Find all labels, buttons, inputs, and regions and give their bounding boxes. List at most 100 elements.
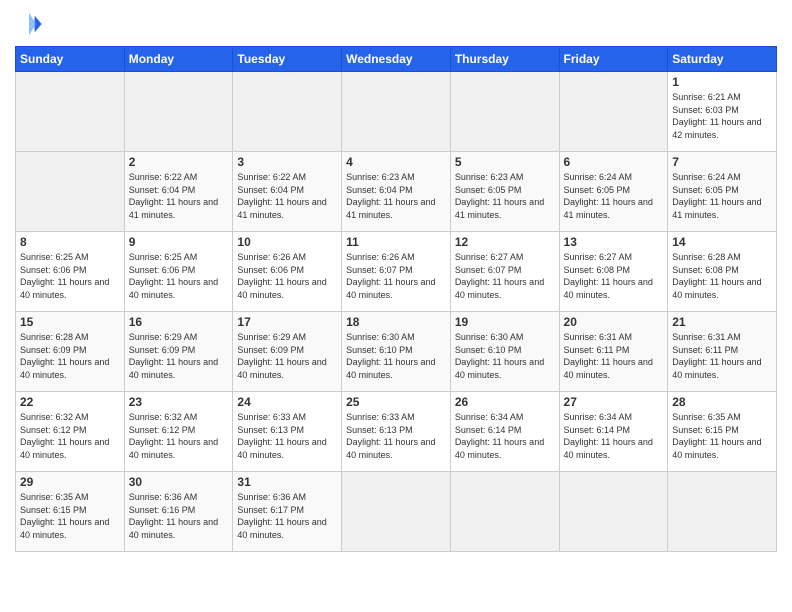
calendar-cell: 26Sunrise: 6:34 AMSunset: 6:14 PMDayligh… xyxy=(450,392,559,472)
calendar-week: 15 Sunrise: 6:28 AMSunset: 6:09 PMDayligh… xyxy=(16,312,777,392)
calendar-day-header: Tuesday xyxy=(233,47,342,72)
calendar-week: 2 Sunrise: 6:22 AMSunset: 6:04 PMDaylight… xyxy=(16,152,777,232)
day-info: Sunrise: 6:30 AMSunset: 6:10 PMDaylight:… xyxy=(346,331,446,381)
calendar-week: 29Sunrise: 6:35 AMSunset: 6:15 PMDayligh… xyxy=(16,472,777,552)
day-info: Sunrise: 6:35 AMSunset: 6:15 PMDaylight:… xyxy=(672,411,772,461)
calendar-cell: 31 Sunrise: 6:36 AMSunset: 6:17 PMDayligh… xyxy=(233,472,342,552)
calendar-cell: 7Sunrise: 6:24 AMSunset: 6:05 PMDaylight… xyxy=(668,152,777,232)
calendar-day-header: Sunday xyxy=(16,47,125,72)
calendar-cell: 16Sunrise: 6:29 AMSunset: 6:09 PMDayligh… xyxy=(124,312,233,392)
day-number: 11 xyxy=(346,235,446,249)
calendar-day-header: Wednesday xyxy=(342,47,451,72)
day-info: Sunrise: 6:34 AMSunset: 6:14 PMDaylight:… xyxy=(564,411,664,461)
day-info: Sunrise: 6:33 AMSunset: 6:13 PMDaylight:… xyxy=(237,411,337,461)
day-number: 15 xyxy=(20,315,120,329)
day-number: 17 xyxy=(237,315,337,329)
calendar-cell-empty xyxy=(16,152,125,232)
day-info: Sunrise: 6:36 AMSunset: 6:16 PMDaylight:… xyxy=(129,491,229,541)
calendar-cell-empty xyxy=(233,72,342,152)
day-number: 5 xyxy=(455,155,555,169)
calendar-cell: 3 Sunrise: 6:22 AMSunset: 6:04 PMDaylight… xyxy=(233,152,342,232)
day-number: 2 xyxy=(129,155,229,169)
calendar-cell-empty xyxy=(450,472,559,552)
day-number: 14 xyxy=(672,235,772,249)
day-info: Sunrise: 6:22 AMSunset: 6:04 PMDaylight:… xyxy=(237,171,337,221)
calendar-cell: 9Sunrise: 6:25 AMSunset: 6:06 PMDaylight… xyxy=(124,232,233,312)
day-number: 31 xyxy=(237,475,337,489)
day-info: Sunrise: 6:33 AMSunset: 6:13 PMDaylight:… xyxy=(346,411,446,461)
day-number: 7 xyxy=(672,155,772,169)
calendar-cell: 4Sunrise: 6:23 AMSunset: 6:04 PMDaylight… xyxy=(342,152,451,232)
calendar-table: SundayMondayTuesdayWednesdayThursdayFrid… xyxy=(15,46,777,552)
day-info: Sunrise: 6:27 AMSunset: 6:07 PMDaylight:… xyxy=(455,251,555,301)
calendar-day-header: Saturday xyxy=(668,47,777,72)
header xyxy=(15,10,777,38)
day-info: Sunrise: 6:23 AMSunset: 6:05 PMDaylight:… xyxy=(455,171,555,221)
calendar-cell-empty xyxy=(668,472,777,552)
calendar-cell: 11Sunrise: 6:26 AMSunset: 6:07 PMDayligh… xyxy=(342,232,451,312)
calendar-cell: 17 Sunrise: 6:29 AMSunset: 6:09 PMDayligh… xyxy=(233,312,342,392)
day-number: 12 xyxy=(455,235,555,249)
calendar-cell-empty xyxy=(559,472,668,552)
day-info: Sunrise: 6:21 AMSunset: 6:03 PMDaylight:… xyxy=(672,91,772,141)
calendar-cell: 24Sunrise: 6:33 AMSunset: 6:13 PMDayligh… xyxy=(233,392,342,472)
day-number: 20 xyxy=(564,315,664,329)
page: SundayMondayTuesdayWednesdayThursdayFrid… xyxy=(0,0,792,612)
day-number: 10 xyxy=(237,235,337,249)
day-info: Sunrise: 6:28 AMSunset: 6:08 PMDaylight:… xyxy=(672,251,772,301)
calendar-cell: 20Sunrise: 6:31 AMSunset: 6:11 PMDayligh… xyxy=(559,312,668,392)
day-number: 25 xyxy=(346,395,446,409)
calendar-cell: 15 Sunrise: 6:28 AMSunset: 6:09 PMDayligh… xyxy=(16,312,125,392)
calendar-day-header: Thursday xyxy=(450,47,559,72)
day-number: 1 xyxy=(672,75,772,89)
calendar-cell: 14 Sunrise: 6:28 AMSunset: 6:08 PMDayligh… xyxy=(668,232,777,312)
day-number: 27 xyxy=(564,395,664,409)
calendar-cell: 18 Sunrise: 6:30 AMSunset: 6:10 PMDayligh… xyxy=(342,312,451,392)
calendar-cell: 21 Sunrise: 6:31 AMSunset: 6:11 PMDayligh… xyxy=(668,312,777,392)
day-number: 28 xyxy=(672,395,772,409)
day-info: Sunrise: 6:31 AMSunset: 6:11 PMDaylight:… xyxy=(672,331,772,381)
calendar-cell-empty xyxy=(124,72,233,152)
day-info: Sunrise: 6:25 AMSunset: 6:06 PMDaylight:… xyxy=(20,251,120,301)
calendar-cell: 6 Sunrise: 6:24 AMSunset: 6:05 PMDaylight… xyxy=(559,152,668,232)
day-number: 22 xyxy=(20,395,120,409)
day-number: 3 xyxy=(237,155,337,169)
day-info: Sunrise: 6:29 AMSunset: 6:09 PMDaylight:… xyxy=(237,331,337,381)
calendar-cell: 12 Sunrise: 6:27 AMSunset: 6:07 PMDayligh… xyxy=(450,232,559,312)
day-number: 23 xyxy=(129,395,229,409)
day-info: Sunrise: 6:26 AMSunset: 6:06 PMDaylight:… xyxy=(237,251,337,301)
day-number: 18 xyxy=(346,315,446,329)
day-number: 19 xyxy=(455,315,555,329)
calendar-cell-empty xyxy=(16,72,125,152)
calendar-cell: 1 Sunrise: 6:21 AMSunset: 6:03 PMDaylight… xyxy=(668,72,777,152)
day-info: Sunrise: 6:36 AMSunset: 6:17 PMDaylight:… xyxy=(237,491,337,541)
calendar-cell: 22Sunrise: 6:32 AMSunset: 6:12 PMDayligh… xyxy=(16,392,125,472)
calendar-cell: 28 Sunrise: 6:35 AMSunset: 6:15 PMDayligh… xyxy=(668,392,777,472)
day-number: 21 xyxy=(672,315,772,329)
calendar-cell: 30 Sunrise: 6:36 AMSunset: 6:16 PMDayligh… xyxy=(124,472,233,552)
day-info: Sunrise: 6:27 AMSunset: 6:08 PMDaylight:… xyxy=(564,251,664,301)
day-info: Sunrise: 6:28 AMSunset: 6:09 PMDaylight:… xyxy=(20,331,120,381)
calendar-cell: 25 Sunrise: 6:33 AMSunset: 6:13 PMDayligh… xyxy=(342,392,451,472)
day-info: Sunrise: 6:25 AMSunset: 6:06 PMDaylight:… xyxy=(129,251,229,301)
calendar-cell: 10 Sunrise: 6:26 AMSunset: 6:06 PMDayligh… xyxy=(233,232,342,312)
day-info: Sunrise: 6:24 AMSunset: 6:05 PMDaylight:… xyxy=(564,171,664,221)
calendar-cell: 8Sunrise: 6:25 AMSunset: 6:06 PMDaylight… xyxy=(16,232,125,312)
day-info: Sunrise: 6:35 AMSunset: 6:15 PMDaylight:… xyxy=(20,491,120,541)
calendar-day-header: Friday xyxy=(559,47,668,72)
calendar-week: 8Sunrise: 6:25 AMSunset: 6:06 PMDaylight… xyxy=(16,232,777,312)
calendar-cell-empty xyxy=(450,72,559,152)
calendar-cell: 13Sunrise: 6:27 AMSunset: 6:08 PMDayligh… xyxy=(559,232,668,312)
calendar-cell: 2Sunrise: 6:22 AMSunset: 6:04 PMDaylight… xyxy=(124,152,233,232)
calendar-week: 1 Sunrise: 6:21 AMSunset: 6:03 PMDaylight… xyxy=(16,72,777,152)
calendar-cell-empty xyxy=(559,72,668,152)
day-number: 30 xyxy=(129,475,229,489)
calendar-header-row: SundayMondayTuesdayWednesdayThursdayFrid… xyxy=(16,47,777,72)
calendar-cell-empty xyxy=(342,72,451,152)
day-info: Sunrise: 6:23 AMSunset: 6:04 PMDaylight:… xyxy=(346,171,446,221)
calendar-cell: 27 Sunrise: 6:34 AMSunset: 6:14 PMDayligh… xyxy=(559,392,668,472)
day-number: 6 xyxy=(564,155,664,169)
calendar-day-header: Monday xyxy=(124,47,233,72)
calendar-cell: 5 Sunrise: 6:23 AMSunset: 6:05 PMDaylight… xyxy=(450,152,559,232)
calendar-cell: 19Sunrise: 6:30 AMSunset: 6:10 PMDayligh… xyxy=(450,312,559,392)
